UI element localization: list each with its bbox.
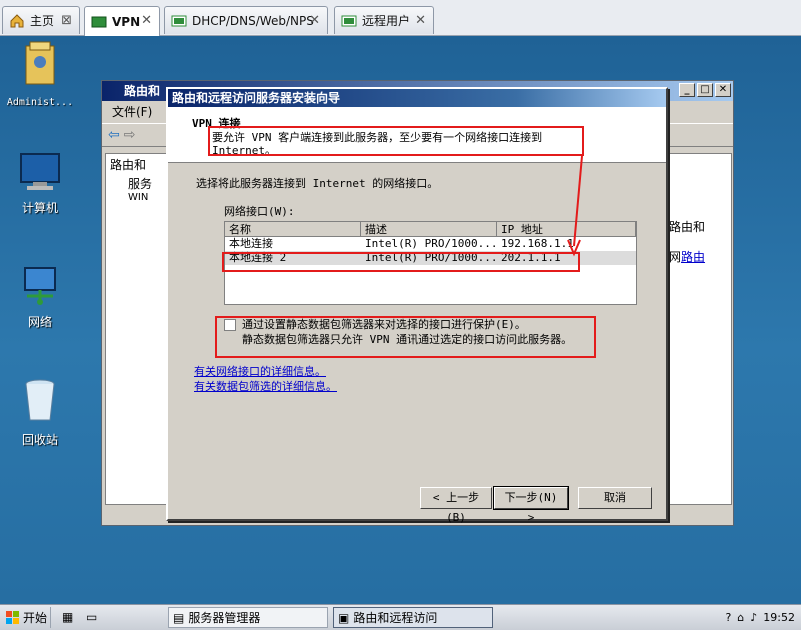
vm-tab-bar: 主页 ⊠ VPN ✕ DHCP/DNS/Web/NPS ✕ 远程用户 ✕ <box>0 0 801 36</box>
back-arrow-icon[interactable]: ⇦ <box>108 127 120 143</box>
desktop-icon-computer[interactable]: 计算机 <box>0 152 80 216</box>
windows-logo-icon <box>6 610 19 624</box>
results-text: 路由和 <box>669 220 706 234</box>
mmc-results-pane: 路由和 网路由 <box>662 153 732 505</box>
window-controls: _ □ ✕ <box>679 83 731 97</box>
column-header-name[interactable]: 名称 <box>225 222 361 236</box>
mmc-title: 路由和 <box>124 84 161 98</box>
tree-item[interactable]: WIN <box>106 192 166 203</box>
recycle-bin-icon <box>25 379 55 421</box>
volume-icon[interactable]: ♪ <box>750 611 757 624</box>
help-icon[interactable]: ? <box>725 611 731 624</box>
cancel-button[interactable]: 取消 <box>578 487 652 509</box>
annotation-box-selected-row <box>222 252 580 272</box>
maximize-icon[interactable]: □ <box>697 83 713 97</box>
wizard-buttons: < 上一步(B) 下一步(N) > 取消 <box>420 486 652 524</box>
column-header-description[interactable]: 描述 <box>361 222 497 236</box>
tab-label: DHCP/DNS/Web/NPS <box>192 13 314 28</box>
interface-description: Intel(R) PRO/1000... <box>365 237 497 250</box>
system-tray: ? ⌂ ♪ 19:52 <box>725 605 801 630</box>
minimize-icon[interactable]: _ <box>679 83 695 97</box>
task-label: 服务器管理器 <box>188 611 261 625</box>
tab-remote-user[interactable]: 远程用户 ✕ <box>334 6 434 34</box>
home-icon <box>9 13 25 29</box>
tab-label: 主页 <box>30 14 55 28</box>
tab-home[interactable]: 主页 ⊠ <box>2 6 80 34</box>
results-link[interactable]: 路由 <box>681 250 705 264</box>
help-links: 有关网络接口的详细信息。 有关数据包筛选的详细信息。 <box>194 364 337 394</box>
interface-name: 本地连接 <box>229 237 273 250</box>
desktop-icon-label: 回收站 <box>21 433 58 447</box>
vm-icon <box>91 14 107 30</box>
tree-item[interactable]: 服务 <box>106 175 166 192</box>
start-button[interactable]: 开始 <box>3 607 51 628</box>
next-button[interactable]: 下一步(N) > <box>493 486 569 524</box>
clock[interactable]: 19:52 <box>763 611 795 624</box>
desktop-icon-recycle-bin[interactable]: 回收站 <box>0 376 80 448</box>
close-icon[interactable]: ✕ <box>309 13 320 28</box>
server-manager-icon: ▤ <box>173 610 185 625</box>
start-label: 开始 <box>23 611 48 625</box>
back-button[interactable]: < 上一步(B) <box>420 487 492 524</box>
desktop-icon-network[interactable]: 网络 <box>0 266 80 330</box>
menu-file[interactable]: 文件(F) <box>112 105 152 119</box>
task-label: 路由和远程访问 <box>353 611 438 625</box>
vm-icon <box>171 13 187 29</box>
annotation-box-header <box>208 126 584 156</box>
desktop-icon-label: 计算机 <box>21 201 58 215</box>
show-desktop-icon[interactable]: ▭ <box>86 610 97 624</box>
close-icon[interactable]: ✕ <box>415 13 426 28</box>
computer-icon <box>20 153 60 190</box>
desktop-icon-label: Administ... <box>6 97 74 108</box>
vm-icon <box>341 13 357 29</box>
taskbar-item-routing[interactable]: ▣ 路由和远程访问 <box>333 607 493 628</box>
desktop-icon-label: 网络 <box>27 315 52 329</box>
wizard-title-bar[interactable]: 路由和远程访问服务器安装向导 <box>168 89 666 107</box>
interface-help-link[interactable]: 有关网络接口的详细信息。 <box>194 364 337 379</box>
wizard-title: 路由和远程访问服务器安装向导 <box>172 91 341 105</box>
mmc-tree: 路由和 服务 WIN <box>105 153 167 505</box>
interface-list-label: 网络接口(W): <box>224 205 295 218</box>
interface-prompt: 选择将此服务器连接到 Internet 的网络接口。 <box>196 177 439 190</box>
forward-arrow-icon[interactable]: ⇨ <box>124 127 136 143</box>
tab-label: 远程用户 <box>362 14 411 28</box>
close-icon[interactable]: ⊠ <box>61 13 72 28</box>
server-manager-quicklaunch-icon[interactable]: ▦ <box>62 610 73 624</box>
routing-icon: ▣ <box>338 610 350 625</box>
user-folder-icon <box>25 41 55 85</box>
annotation-box-filter <box>215 316 596 358</box>
close-icon[interactable]: ✕ <box>715 83 731 97</box>
network-tray-icon[interactable]: ⌂ <box>737 611 744 624</box>
close-icon[interactable]: ✕ <box>141 13 152 28</box>
tab-dhcp[interactable]: DHCP/DNS/Web/NPS ✕ <box>164 6 328 34</box>
tab-label: VPN <box>112 14 141 29</box>
annotation-arrow <box>567 155 583 257</box>
taskbar-item-server-manager[interactable]: ▤ 服务器管理器 <box>168 607 328 628</box>
network-icon <box>24 267 56 305</box>
tree-item[interactable]: 路由和 <box>106 154 166 175</box>
results-text-prefix: 网 <box>669 250 682 264</box>
taskbar: 开始 ▦ ▭ ▤ 服务器管理器 ▣ 路由和远程访问 ? ⌂ ♪ 19:52 <box>0 604 801 630</box>
desktop-icon-administrator[interactable]: Administ... <box>0 38 80 108</box>
packet-filter-help-link[interactable]: 有关数据包筛选的详细信息。 <box>194 379 337 394</box>
tab-vpn[interactable]: VPN ✕ <box>84 6 160 36</box>
